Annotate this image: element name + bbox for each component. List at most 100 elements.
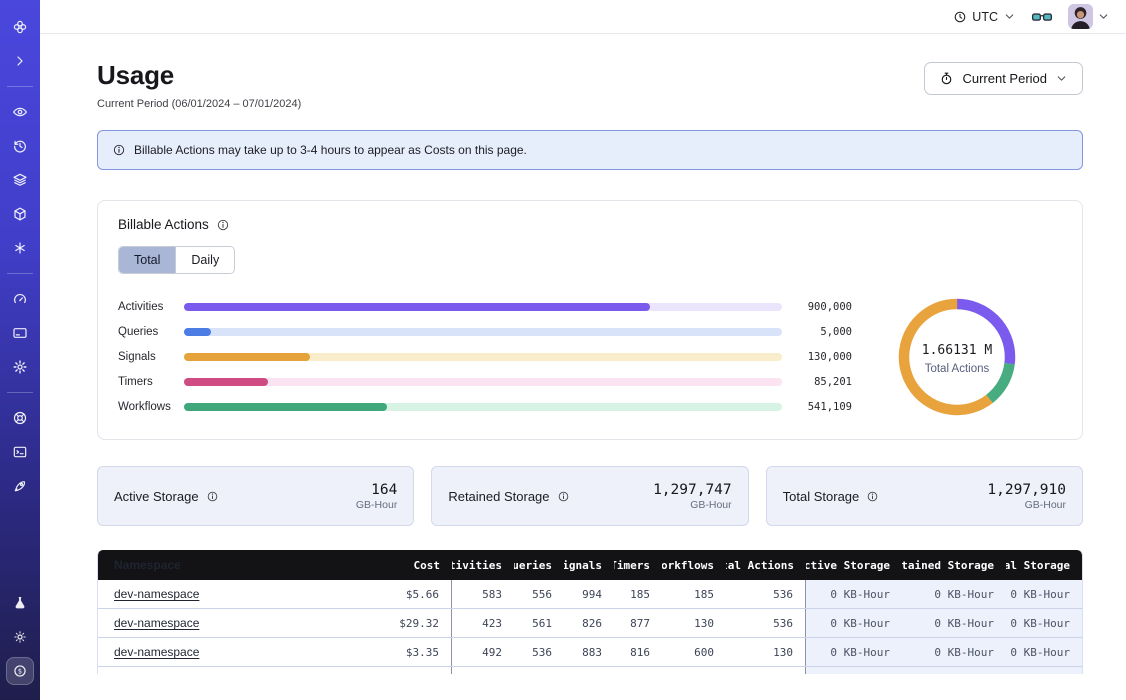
glasses-icon[interactable] xyxy=(1030,6,1054,28)
period-selector-button[interactable]: Current Period xyxy=(924,62,1083,95)
bar-fill xyxy=(184,378,268,386)
sidebar-item-layers-icon[interactable] xyxy=(6,166,34,194)
bar-track xyxy=(184,328,782,336)
storage-card-unit: GB-Hour xyxy=(987,499,1066,512)
bar-row: Workflows 541,109 xyxy=(118,394,852,419)
table-cell: 994 xyxy=(564,580,614,608)
eye-icon xyxy=(12,104,28,120)
storage-card-total-storage: Total Storage 1,297,910 GB-Hour xyxy=(766,466,1083,526)
main-content: Usage Current Period (06/01/2024 – 07/01… xyxy=(40,60,1126,674)
timezone-selector[interactable]: UTC xyxy=(953,10,1016,24)
table-cell: 536 xyxy=(514,638,564,666)
layers-icon xyxy=(12,172,28,188)
sidebar-item-eye-icon[interactable] xyxy=(6,98,34,126)
namespace-usage-table: NamespaceCostActivitiesQueriesSignalsTim… xyxy=(97,550,1083,674)
sidebar-item-billing-card-icon[interactable] xyxy=(6,319,34,347)
table-cell: 583 xyxy=(452,580,514,608)
sidebar-item-gauge-icon[interactable] xyxy=(6,285,34,313)
table-row: dev-namespace$5.665835569941851855360 KB… xyxy=(98,580,1082,609)
table-cell: 0 KB-Hour xyxy=(1006,638,1082,666)
sidebar-item-flask-icon[interactable] xyxy=(6,589,34,617)
tab-daily[interactable]: Daily xyxy=(175,247,234,273)
sun-icon xyxy=(12,629,28,645)
sidebar-item-temporal-logo-icon[interactable] xyxy=(6,13,34,41)
storage-card-unit: GB-Hour xyxy=(356,499,397,512)
sidebar-item-history-clock-icon[interactable] xyxy=(6,132,34,160)
sidebar-item-cube-icon[interactable] xyxy=(6,200,34,228)
info-icon xyxy=(112,143,126,157)
storage-summary-row: Active Storage 164 GB-Hour Retained Stor… xyxy=(97,466,1083,526)
table-row: dev-namespace$29.324235618268771305360 K… xyxy=(98,609,1082,638)
sidebar-divider xyxy=(7,273,33,274)
bar-value: 541,109 xyxy=(786,401,852,413)
avatar[interactable] xyxy=(1068,4,1093,29)
table-cell: 492 xyxy=(452,638,514,666)
table-cell: 423 xyxy=(452,609,514,637)
info-banner-text: Billable Actions may take up to 3-4 hour… xyxy=(134,143,527,157)
avatar-image xyxy=(1068,4,1093,29)
sidebar-item-lifebuoy-icon[interactable] xyxy=(6,404,34,432)
sidebar xyxy=(0,0,40,700)
column-header-retained-storage: Retained Storage xyxy=(902,550,1006,580)
bar-track xyxy=(184,403,782,411)
storage-card-unit: GB-Hour xyxy=(653,499,732,512)
namespace-link[interactable]: dev-namespace xyxy=(114,587,199,601)
column-header-cost: Cost xyxy=(370,550,452,580)
account-menu[interactable] xyxy=(1068,4,1110,29)
sidebar-item-asterisk-icon[interactable] xyxy=(6,234,34,262)
table-cell: 0 KB-Hour xyxy=(1006,580,1082,608)
chevron-down-icon xyxy=(1003,10,1016,23)
table-cell: 561 xyxy=(514,609,564,637)
cube-icon xyxy=(12,206,28,222)
bar-fill xyxy=(184,328,211,336)
bar-fill xyxy=(184,353,310,361)
chevron-down-icon xyxy=(1097,10,1110,23)
storage-card-retained-storage: Retained Storage 1,297,747 GB-Hour xyxy=(431,466,748,526)
bar-value: 5,000 xyxy=(786,326,852,338)
column-header-timers: Timers xyxy=(614,550,662,580)
bar-label: Timers xyxy=(118,376,180,388)
namespace-link[interactable]: dev-namespace xyxy=(114,645,199,659)
storage-card-label: Retained Storage xyxy=(448,489,549,504)
sidebar-item-terminal-icon[interactable] xyxy=(6,438,34,466)
storage-card-label: Total Storage xyxy=(783,489,860,504)
namespace-link[interactable]: dev-namespace xyxy=(114,616,199,630)
total-daily-toggle: TotalDaily xyxy=(118,246,235,274)
table-cell: 0 KB-Hour xyxy=(902,580,1006,608)
bar-fill xyxy=(184,303,650,311)
column-header-queries: Queries xyxy=(514,550,564,580)
info-icon[interactable] xyxy=(216,218,230,232)
tab-total[interactable]: Total xyxy=(119,247,175,273)
sidebar-item-chevron-right-icon[interactable] xyxy=(6,47,34,75)
sidebar-item-usage-coin-icon[interactable] xyxy=(6,657,34,685)
total-actions-donut-chart: 1.66131 M Total Actions xyxy=(852,296,1062,418)
bar-track xyxy=(184,353,782,361)
bar-label: Workflows xyxy=(118,401,180,413)
period-selector-label: Current Period xyxy=(962,71,1047,86)
column-header-total-actions: Total Actions xyxy=(726,550,806,580)
table-cell: $5.66 xyxy=(370,580,452,608)
table-cell: 0 KB-Hour xyxy=(1006,609,1082,637)
info-icon[interactable] xyxy=(866,490,879,503)
table-cell: 877 xyxy=(614,609,662,637)
info-icon[interactable] xyxy=(206,490,219,503)
column-header-signals: Signals xyxy=(564,550,614,580)
stopwatch-icon xyxy=(939,71,954,86)
table-cell: 0 KB-Hour xyxy=(806,609,902,637)
donut-total-label: Total Actions xyxy=(925,363,990,375)
page-title: Usage xyxy=(97,60,301,91)
table-cell: 600 xyxy=(662,638,726,666)
table-cell: 185 xyxy=(614,580,662,608)
table-cell: 816 xyxy=(614,638,662,666)
billable-actions-bar-chart: Activities 900,000 Queries 5,000 Signals… xyxy=(118,294,852,419)
table-cell: 0 KB-Hour xyxy=(902,638,1006,666)
sidebar-item-rocket-icon[interactable] xyxy=(6,472,34,500)
storage-card-active-storage: Active Storage 164 GB-Hour xyxy=(97,466,414,526)
sidebar-item-sun-icon[interactable] xyxy=(6,623,34,651)
sidebar-item-gear-icon[interactable] xyxy=(6,353,34,381)
storage-card-value: 1,297,910 xyxy=(987,481,1066,499)
bar-row: Queries 5,000 xyxy=(118,319,852,344)
info-icon[interactable] xyxy=(557,490,570,503)
chevron-down-icon xyxy=(1055,72,1068,85)
table-cell: 556 xyxy=(514,580,564,608)
